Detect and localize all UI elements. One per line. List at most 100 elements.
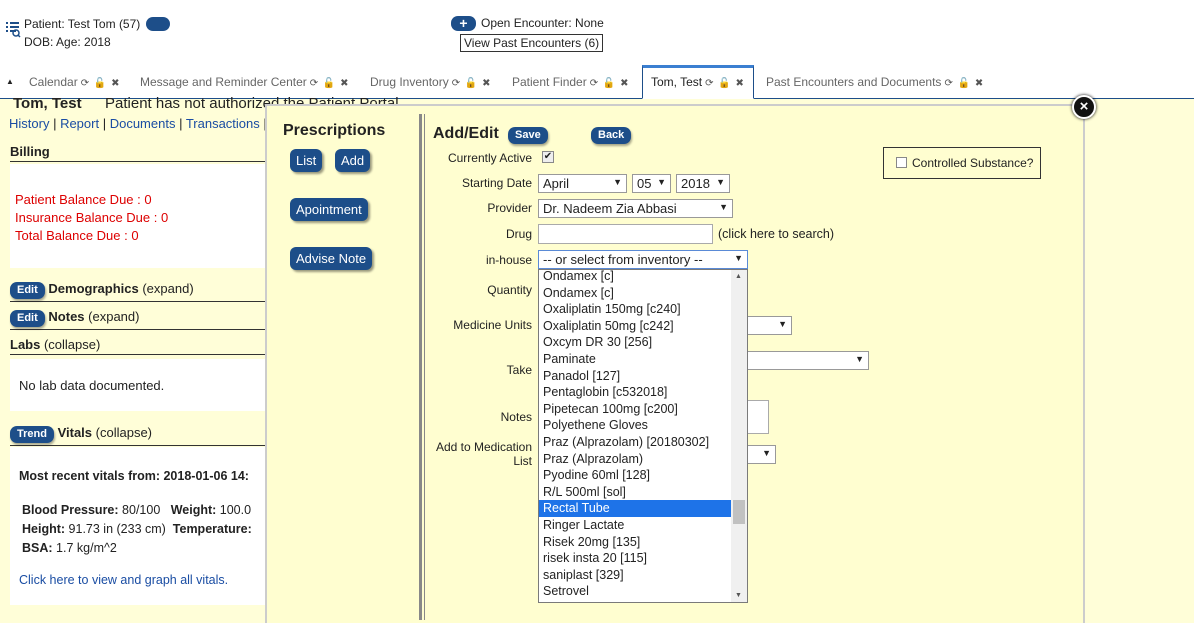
inventory-option[interactable]: Setrovel — [539, 583, 747, 600]
vitals-recent: Most recent vitals from: 2018-01-06 14: — [19, 469, 249, 483]
inventory-option[interactable]: Pyodine 60ml [128] — [539, 467, 747, 484]
dashboard-nav: History | Report | Documents | Transacti… — [9, 116, 267, 131]
inventory-option[interactable]: Pentaglobin [c532018] — [539, 384, 747, 401]
inventory-option[interactable]: Panadol [127] — [539, 368, 747, 385]
vitals-graph-link[interactable]: Click here to view and graph all vitals. — [19, 573, 228, 587]
chevron-down-icon: ▼ — [719, 202, 728, 212]
chevron-down-icon: ▼ — [778, 319, 787, 329]
vitals-box: Most recent vitals from: 2018-01-06 14: … — [10, 447, 266, 605]
scroll-down-icon[interactable]: ▼ — [735, 592, 742, 599]
collapse-icon[interactable]: ▲ — [6, 77, 14, 86]
tab-controls-icon[interactable]: ⟳ 🔓 ✖ — [81, 78, 121, 89]
vitals-trend-button[interactable]: Trend — [10, 426, 54, 443]
demographics-toggle[interactable]: (expand) — [142, 281, 193, 296]
chevron-down-icon: ▼ — [855, 354, 864, 364]
tab-controls-icon[interactable]: ⟳ 🔓 ✖ — [705, 78, 745, 89]
drug-input[interactable] — [538, 224, 713, 244]
year-select[interactable]: 2018 ▼ — [676, 174, 730, 193]
inventory-option[interactable]: Oxaliplatin 150mg [c240] — [539, 301, 747, 318]
drug-label: Drug — [505, 227, 532, 241]
controlled-substance-box: Controlled Substance? — [883, 147, 1041, 179]
notes-header: Edit Notes (expand) — [10, 309, 266, 330]
chevron-down-icon: ▼ — [734, 253, 743, 263]
inventory-option[interactable]: Oxaliplatin 50mg [c242] — [539, 318, 747, 335]
provider-select[interactable]: Dr. Nadeem Zia Abbasi ▼ — [538, 199, 733, 218]
nav-history[interactable]: History — [9, 116, 49, 131]
patient-toggle-button[interactable] — [145, 17, 170, 31]
take-label: Take — [506, 363, 532, 377]
tab-controls-icon[interactable]: ⟳ 🔓 ✖ — [590, 78, 630, 89]
inventory-option[interactable]: Rectal Tube — [539, 500, 747, 517]
tab-patient-finder[interactable]: Patient Finder ⟳ 🔓 ✖ — [512, 75, 629, 99]
past-encounters-button[interactable]: View Past Encounters (6) — [460, 34, 604, 52]
inventory-select[interactable]: -- or select from inventory -- ▼ — [538, 250, 748, 269]
inventory-option[interactable]: Polyethene Gloves — [539, 417, 747, 434]
dropdown-scrollbar[interactable]: ▲ ▼ — [731, 270, 747, 602]
inventory-option[interactable]: Paminate — [539, 351, 747, 368]
drug-search-hint[interactable]: (click here to search) — [718, 227, 834, 241]
inventory-option[interactable]: R/L 500ml [sol] — [539, 484, 747, 501]
inventory-option[interactable]: Praz (Alprazolam) [20180302] — [539, 434, 747, 451]
tab-controls-icon[interactable]: ⟳ 🔓 ✖ — [452, 78, 492, 89]
currently-active-checkbox[interactable]: ✔ — [542, 151, 554, 163]
vitals-row-1: Blood Pressure: 80/100 Weight: 100.0 — [22, 503, 252, 517]
patient-list-icon[interactable] — [5, 20, 21, 38]
inventory-option[interactable]: Praz (Alprazolam) — [539, 451, 747, 468]
inventory-option[interactable]: Oxcym DR 30 [256] — [539, 334, 747, 351]
open-encounter-label: Open Encounter: None — [481, 16, 604, 30]
inventory-option[interactable]: Ringer Lactate — [539, 517, 747, 534]
scroll-thumb[interactable] — [733, 500, 745, 524]
notes-label: Notes — [500, 410, 532, 424]
tab-bar: ▲ Calendar ⟳ 🔓 ✖ Message and Reminder Cen… — [0, 65, 1194, 99]
vitals-header: Trend Vitals (collapse) — [10, 425, 266, 446]
inventory-option[interactable]: Pipetecan 100mg [c200] — [539, 401, 747, 418]
add-to-medication-label: Add to Medication List — [435, 440, 532, 468]
tab-past-encounters[interactable]: Past Encounters and Documents ⟳ 🔓 ✖ — [766, 75, 984, 99]
month-select[interactable]: April ▼ — [538, 174, 627, 193]
notes-toggle[interactable]: (expand) — [88, 309, 139, 324]
day-select[interactable]: 05 ▼ — [632, 174, 671, 193]
demographics-edit-button[interactable]: Edit — [10, 282, 45, 299]
take-select[interactable]: ▼ — [745, 351, 869, 370]
tab-controls-icon[interactable]: ⟳ 🔓 ✖ — [944, 78, 984, 89]
controlled-substance-checkbox[interactable] — [896, 157, 907, 168]
notes-edit-button[interactable]: Edit — [10, 310, 45, 327]
add-encounter-button[interactable]: + — [451, 16, 476, 31]
appointment-button[interactable]: Apointment — [290, 198, 368, 221]
form-title: Add/Edit — [433, 125, 499, 142]
back-button[interactable]: Back — [591, 127, 632, 144]
close-icon[interactable]: × — [1072, 95, 1096, 119]
billing-header: Billing — [10, 144, 266, 162]
labs-toggle[interactable]: (collapse) — [44, 337, 100, 352]
nav-report[interactable]: Report — [60, 116, 99, 131]
scroll-up-icon[interactable]: ▲ — [735, 273, 742, 280]
add-to-medication-select[interactable]: ▼ — [745, 445, 776, 464]
labs-empty: No lab data documented. — [19, 378, 165, 393]
inventory-option[interactable]: risek insta 20 [115] — [539, 550, 747, 567]
insurance-balance: Insurance Balance Due : 0 — [15, 210, 169, 225]
labs-header: Labs (collapse) — [10, 337, 266, 355]
demographics-header: Edit Demographics (expand) — [10, 281, 266, 302]
prescriptions-title: Prescriptions — [283, 122, 386, 139]
nav-documents[interactable]: Documents — [110, 116, 176, 131]
vitals-row-2: Height: 91.73 in (233 cm) Temperature: — [22, 522, 252, 536]
notes-textarea[interactable] — [745, 400, 769, 434]
nav-transactions[interactable]: Transactions — [186, 116, 260, 131]
starting-date-label: Starting Date — [461, 176, 532, 190]
inventory-option[interactable]: Ondamex [c] — [539, 270, 747, 285]
advise-note-button[interactable]: Advise Note — [290, 247, 373, 270]
add-button[interactable]: Add — [335, 149, 371, 172]
inventory-dropdown-list[interactable]: Ondamex [c] Ondamex [c] Oxaliplatin 150mg … — [538, 269, 748, 603]
chevron-down-icon: ▼ — [762, 448, 771, 458]
chevron-down-icon: ▼ — [657, 177, 666, 187]
tab-patient-tom-test[interactable]: Tom, Test ⟳ 🔓 ✖ — [642, 65, 754, 99]
vitals-row-3: BSA: 1.7 kg/m^2 — [22, 541, 117, 555]
inventory-option[interactable]: Risek 20mg [135] — [539, 534, 747, 551]
save-button[interactable]: Save — [508, 127, 548, 144]
tab-controls-icon[interactable]: ⟳ 🔓 ✖ — [310, 78, 350, 89]
medicine-units-select[interactable]: ▼ — [745, 316, 792, 335]
inventory-option[interactable]: Ondamex [c] — [539, 285, 747, 302]
list-button[interactable]: List — [290, 149, 323, 172]
inventory-option[interactable]: saniplast [329] — [539, 567, 747, 584]
vitals-toggle[interactable]: (collapse) — [96, 425, 152, 440]
